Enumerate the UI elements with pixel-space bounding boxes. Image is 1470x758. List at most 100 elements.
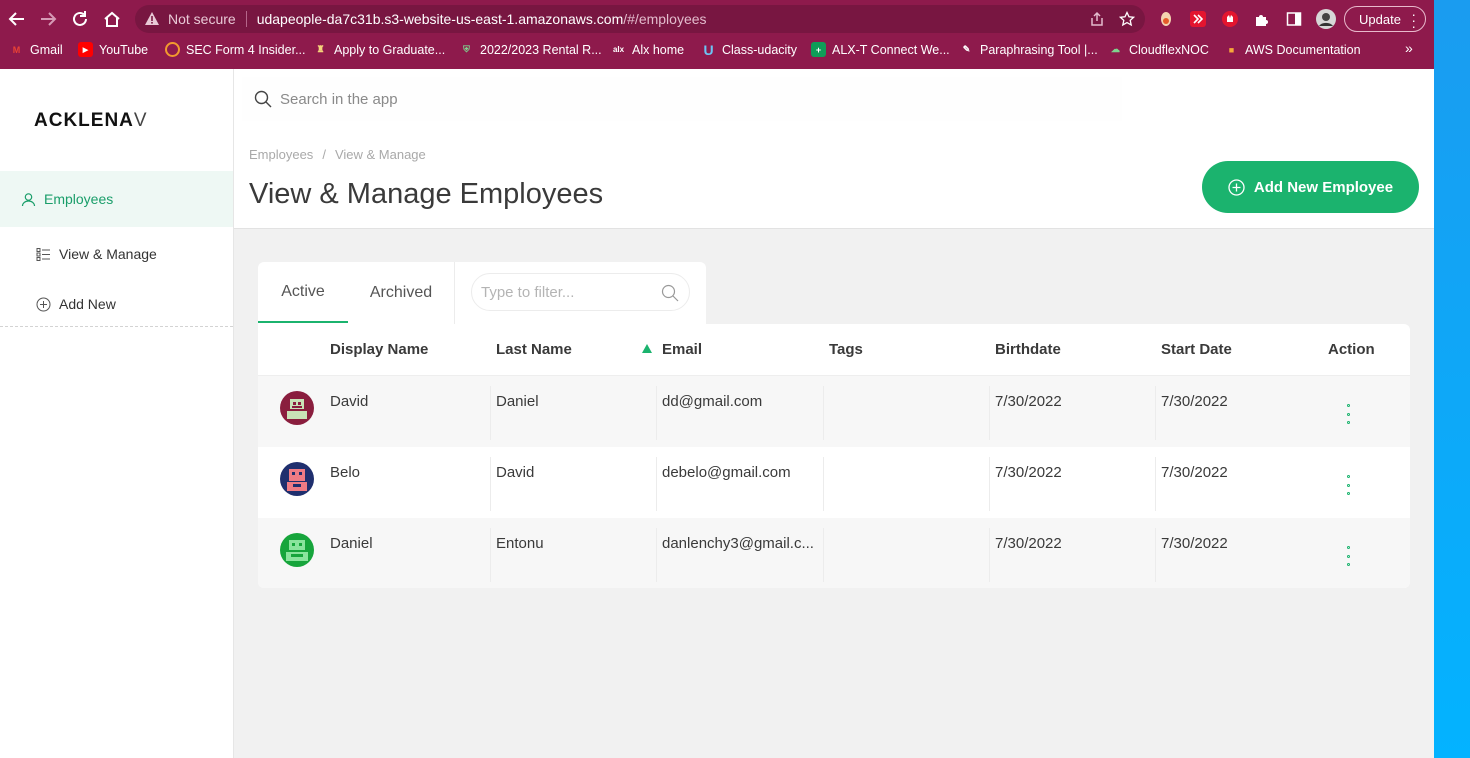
url-host: udapeople-da7c31b.s3-website-us-east-1.a… — [256, 11, 624, 27]
address-divider — [245, 11, 247, 27]
tab-divider — [454, 262, 455, 324]
profile-avatar-icon[interactable] — [1316, 9, 1336, 29]
column-header-email[interactable]: Email — [662, 341, 702, 358]
back-arrow-icon — [8, 12, 24, 26]
column-divider — [656, 457, 657, 511]
column-divider — [490, 386, 491, 440]
side-panel-icon[interactable] — [1284, 9, 1304, 29]
cell-birthdate: 7/30/2022 — [995, 393, 1062, 410]
bookmark-label: Alx home — [632, 42, 685, 57]
url-text: udapeople-da7c31b.s3-website-us-east-1.a… — [257, 11, 707, 27]
back-button[interactable] — [6, 8, 28, 30]
bookmark-label: Paraphrasing Tool |... — [980, 42, 1098, 57]
bookmark-paraphrasing[interactable]: ✎ Paraphrasing Tool |... — [959, 42, 1098, 57]
home-button[interactable] — [101, 8, 123, 30]
bookmark-cloudflex[interactable]: ☁ CloudflexNOC — [1108, 42, 1209, 57]
cell-last-name: Entonu — [496, 535, 544, 552]
filter-box — [471, 273, 690, 311]
youtube-icon: ▶ — [78, 42, 93, 57]
add-new-employee-button[interactable]: Add New Employee — [1202, 161, 1419, 213]
cell-display-name: David — [330, 393, 369, 410]
sidebar-item-label: Add New — [59, 296, 116, 312]
column-divider — [823, 457, 824, 511]
filter-input[interactable] — [481, 283, 651, 301]
column-header-last-name[interactable]: Last Name — [496, 341, 572, 358]
table-row[interactable]: Belo David debelo@gmail.com 7/30/2022 7/… — [258, 447, 1410, 518]
row-actions-button[interactable] — [1343, 475, 1353, 495]
column-header-birthdate[interactable]: Birthdate — [995, 341, 1061, 358]
update-button[interactable]: Update · · · — [1344, 6, 1426, 33]
column-divider — [823, 528, 824, 582]
bookmark-gmail[interactable]: M Gmail — [9, 42, 63, 57]
kebab-dot — [1346, 483, 1350, 487]
extension-2-icon[interactable] — [1188, 9, 1208, 29]
extension-3-icon[interactable] — [1220, 9, 1240, 29]
url-path: /#/employees — [623, 11, 707, 27]
bookmark-rental[interactable]: ⛨ 2022/2023 Rental R... — [459, 42, 602, 57]
kebab-dot — [1346, 475, 1350, 478]
bookmark-alx[interactable]: alx Alx home — [611, 42, 684, 57]
bookmarks-bar: M Gmail ▶ YouTube SEC Form 4 Insider... ♜ A… — [0, 38, 1434, 64]
row-actions-button[interactable] — [1343, 546, 1353, 566]
table-row[interactable]: David Daniel dd@gmail.com 7/30/2022 7/30… — [258, 376, 1410, 447]
column-header-display-name[interactable]: Display Name — [330, 341, 428, 358]
sidebar-item-label: View & Manage — [59, 246, 157, 262]
column-divider — [490, 528, 491, 582]
search-icon — [252, 88, 274, 110]
table-row[interactable]: Daniel Entonu danlenchy3@gmail.c... 7/30… — [258, 518, 1410, 588]
avatar — [280, 533, 314, 567]
bookmark-star-icon[interactable] — [1119, 11, 1135, 27]
bookmark-label: CloudflexNOC — [1129, 42, 1209, 57]
column-divider — [656, 386, 657, 440]
bookmark-udacity[interactable]: U Class-udacity — [701, 42, 798, 58]
aws-icon: ■ — [1228, 44, 1235, 55]
kebab-dot — [1346, 563, 1350, 566]
kebab-dot — [1346, 554, 1350, 558]
breadcrumb-employees[interactable]: Employees — [249, 147, 313, 162]
tab-archived[interactable]: Archived — [348, 262, 454, 323]
column-header-start-date[interactable]: Start Date — [1161, 341, 1232, 358]
avatar — [280, 391, 314, 425]
bookmark-alxt[interactable]: + ALX-T Connect We... — [811, 42, 950, 57]
address-bar-actions — [1089, 11, 1135, 27]
employee-tabs: Active Archived — [258, 262, 706, 324]
bookmark-youtube[interactable]: ▶ YouTube — [78, 42, 148, 57]
kebab-dot — [1346, 492, 1350, 495]
cell-email: debelo@gmail.com — [662, 464, 791, 481]
kebab-dot — [1346, 421, 1350, 424]
column-header-tags[interactable]: Tags — [829, 341, 863, 358]
row-actions-button[interactable] — [1343, 404, 1353, 424]
extension-1-icon[interactable] — [1156, 9, 1176, 29]
update-label: Update — [1359, 11, 1401, 27]
bookmarks-overflow-button[interactable]: » — [1405, 40, 1413, 56]
bookmark-label: ALX-T Connect We... — [832, 42, 950, 57]
sidebar-item-add-new[interactable]: Add New — [0, 286, 233, 322]
cell-birthdate: 7/30/2022 — [995, 535, 1062, 552]
forward-button[interactable] — [37, 8, 59, 30]
kebab-dot — [1346, 404, 1350, 407]
employees-table: Display Name Last Name Email Tags Birthd… — [258, 324, 1410, 588]
gmail-icon: M — [12, 44, 21, 55]
sort-ascending-icon — [642, 344, 652, 353]
bookmark-label: Apply to Graduate... — [334, 42, 446, 57]
avatar — [280, 462, 314, 496]
sidebar-item-employees[interactable]: Employees — [0, 171, 233, 227]
column-divider — [656, 528, 657, 582]
column-header-action: Action — [1328, 341, 1375, 358]
reload-button[interactable] — [69, 8, 91, 30]
bookmark-label: Gmail — [30, 42, 63, 57]
extensions-puzzle-icon[interactable] — [1252, 9, 1272, 29]
address-bar[interactable]: Not secure udapeople-da7c31b.s3-website-… — [135, 5, 1145, 33]
sheets-icon: + — [811, 42, 826, 57]
search-icon[interactable] — [660, 283, 680, 303]
search-input[interactable] — [280, 90, 880, 108]
sidebar-item-view-manage[interactable]: View & Manage — [0, 236, 233, 272]
bookmark-aws[interactable]: ■ AWS Documentation — [1224, 42, 1361, 57]
bookmark-sec[interactable]: SEC Form 4 Insider... — [165, 42, 305, 57]
bookmark-label: Class-udacity — [722, 42, 798, 57]
bookmark-graduate[interactable]: ♜ Apply to Graduate... — [313, 42, 445, 57]
top-bar — [234, 69, 1434, 137]
cell-email: danlenchy3@gmail.c... — [662, 535, 814, 552]
share-icon[interactable] — [1089, 11, 1105, 27]
tab-active[interactable]: Active — [258, 262, 348, 323]
